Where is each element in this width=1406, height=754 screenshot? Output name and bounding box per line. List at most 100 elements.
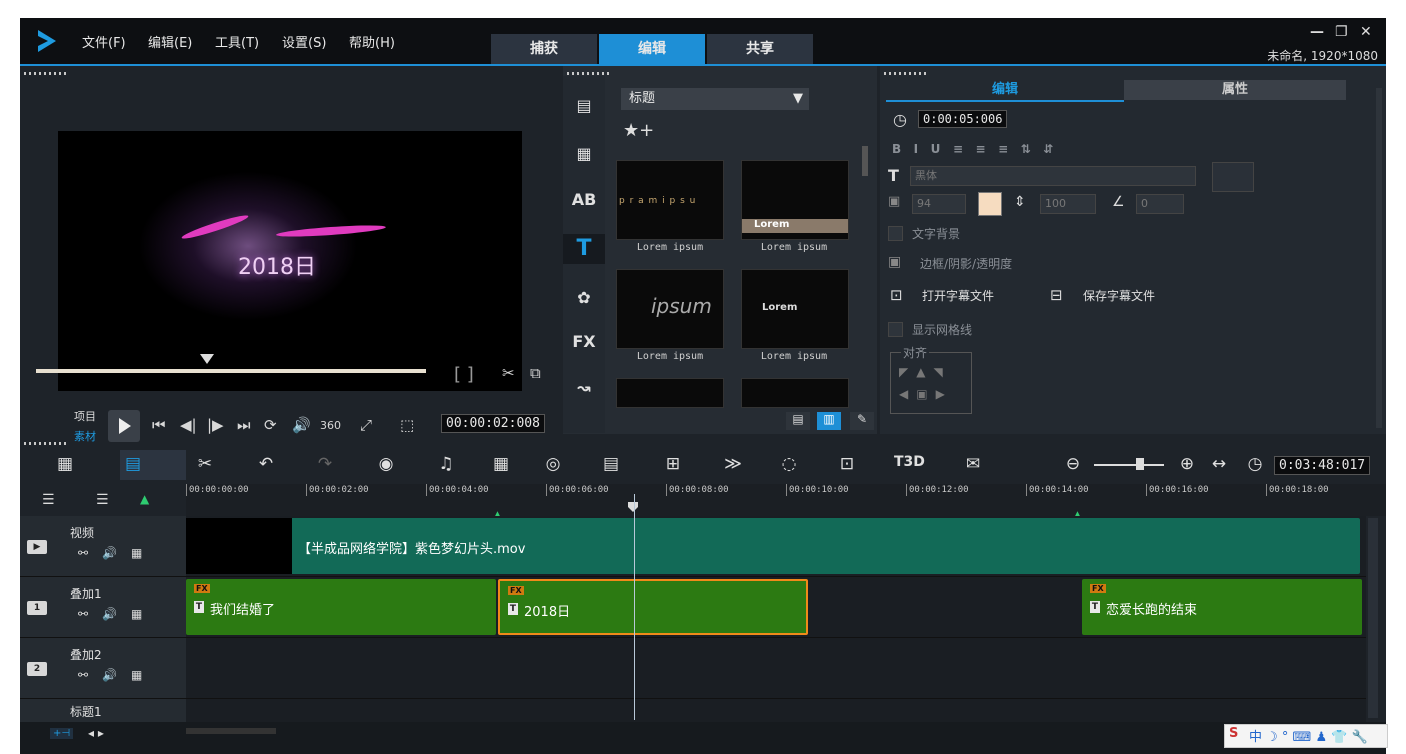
border-shadow-icon[interactable]: ▣	[888, 254, 901, 270]
line-spacing-field[interactable]: 100	[1040, 194, 1096, 214]
mode-project[interactable]: 项目	[74, 408, 96, 424]
skip-start-icon[interactable]: ⏮	[152, 416, 166, 434]
library-scrollbar[interactable]	[862, 146, 868, 176]
3d-title-icon[interactable]: T3D	[894, 454, 925, 470]
panel-grip[interactable]	[567, 72, 611, 75]
scrubber-handle[interactable]	[200, 354, 214, 364]
menu-edit[interactable]: 编辑(E)	[148, 32, 192, 51]
volume-icon[interactable]: 🔊	[292, 416, 311, 434]
list-view-icon[interactable]: ▤	[786, 412, 810, 430]
multi-camera-icon[interactable]: ⊞	[660, 454, 686, 474]
skip-end-icon[interactable]: ⏭	[237, 416, 251, 434]
redo-icon[interactable]: ↷	[312, 454, 338, 474]
graphics-icon[interactable]: ✿	[563, 288, 605, 307]
prev-frame-icon[interactable]: ◀|	[180, 416, 197, 434]
mark-in-out[interactable]: [ ]	[454, 364, 474, 385]
overlay-clip[interactable]: FX T 我们结婚了	[186, 579, 496, 635]
storyboard-view-icon[interactable]: ▦	[52, 454, 78, 474]
audio-mixer-icon[interactable]: ♫	[433, 454, 459, 474]
horizontal-scrollbar[interactable]	[186, 728, 276, 734]
mask-icon[interactable]: ◌	[776, 454, 802, 474]
ime-toolbar-icons[interactable]: 中 ☽ ° ⌨ ♟ 👕 🔧	[1249, 726, 1368, 745]
zoom-slider[interactable]	[1094, 464, 1164, 466]
title-thumbnail[interactable]: Lorem	[741, 160, 849, 240]
title-thumbnail[interactable]: p r a m i p s u	[616, 160, 724, 240]
title-thumbnail[interactable]: ipsum	[616, 269, 724, 349]
show-grid-checkbox[interactable]	[888, 322, 903, 337]
360-button[interactable]: 360	[320, 419, 341, 432]
title-thumbnail[interactable]	[616, 378, 724, 408]
title-thumbnail[interactable]	[741, 378, 849, 408]
align-mid-icons[interactable]: ◀▣▶	[899, 387, 953, 401]
zoom-in-icon[interactable]: ⊕	[1174, 454, 1200, 474]
menu-file[interactable]: 文件(F)	[82, 32, 126, 51]
save-subtitle-button[interactable]: 保存字幕文件	[1083, 287, 1155, 304]
timeline-view-icon[interactable]: ▤	[120, 454, 146, 474]
restore-icon[interactable]: ❐	[1335, 24, 1348, 40]
copy-icon[interactable]: ⧉	[530, 364, 541, 382]
text-bg-checkbox[interactable]	[888, 226, 903, 241]
path-icon[interactable]: ↝	[563, 378, 605, 397]
panel-grip[interactable]	[884, 72, 928, 75]
duration-field[interactable]: 0:00:05:006	[918, 110, 1008, 128]
font-size-field[interactable]: 94	[912, 194, 966, 214]
speed-icon[interactable]: ≫	[720, 454, 746, 474]
minimize-icon[interactable]: —	[1310, 24, 1324, 40]
tab-options-edit[interactable]: 编辑	[886, 80, 1124, 102]
ime-logo-icon[interactable]: S	[1229, 726, 1238, 741]
total-duration[interactable]: 0:03:48:017	[1274, 456, 1371, 475]
tab-share[interactable]: 共享	[707, 34, 813, 64]
menu-help[interactable]: 帮助(H)	[349, 32, 395, 51]
timeline-ruler[interactable]: 00:00:00:00 00:00:02:00 00:00:04:00 00:0…	[186, 484, 1386, 520]
tab-capture[interactable]: 捕获	[491, 34, 597, 64]
tools-icon[interactable]: ✂	[192, 454, 218, 474]
timeline-scrollbar[interactable]	[1368, 518, 1378, 718]
record-capture-icon[interactable]: ◉	[373, 454, 399, 474]
angle-field[interactable]: 0	[1136, 194, 1184, 214]
play-button[interactable]	[108, 410, 140, 442]
track-controls-icons[interactable]: ⚯🔊▦	[78, 668, 156, 682]
preview-timecode[interactable]: 00:00:02:008	[441, 414, 545, 433]
undo-icon[interactable]: ↶	[253, 454, 279, 474]
add-track-icon[interactable]: ☰	[96, 492, 109, 508]
font-dropdown[interactable]: 黑体	[910, 166, 1196, 186]
title-thumbnail[interactable]: Lorem	[741, 269, 849, 349]
subtitle-editor-icon[interactable]: ▤	[598, 454, 624, 474]
scissors-icon[interactable]: ✂	[502, 364, 515, 382]
font-color-swatch[interactable]	[978, 192, 1002, 216]
video-clip[interactable]: 【半成品网络学院】紫色梦幻片头.mov	[186, 518, 1360, 574]
overlay-clip-selected[interactable]: FX T 2018日	[498, 579, 808, 635]
track-manager-icon[interactable]: ☰	[42, 492, 55, 508]
open-subtitle-button[interactable]: 打开字幕文件	[922, 287, 994, 304]
menu-settings[interactable]: 设置(S)	[282, 32, 326, 51]
menu-tools[interactable]: 工具(T)	[215, 32, 259, 51]
save-subtitle-icon[interactable]: ⊟	[1050, 286, 1063, 304]
track-controls-icons[interactable]: ⚯🔊▦	[78, 546, 156, 560]
close-icon[interactable]: ✕	[1360, 24, 1372, 40]
open-subtitle-icon[interactable]: ⊡	[890, 286, 903, 304]
repeat-icon[interactable]: ⟳	[264, 416, 277, 434]
tab-edit[interactable]: 编辑	[599, 34, 705, 64]
marker-icon[interactable]: ▲	[140, 492, 149, 506]
fx-icon[interactable]: FX	[563, 332, 605, 351]
mode-clip[interactable]: 素材	[74, 428, 96, 444]
scrubber-bar[interactable]	[36, 369, 426, 373]
align-top-icons[interactable]: ◤▲◥	[899, 365, 951, 379]
zoom-out-icon[interactable]: ⊖	[1060, 454, 1086, 474]
options-scrollbar[interactable]	[1376, 88, 1382, 428]
fit-project-icon[interactable]: ↔	[1206, 454, 1232, 474]
auto-music-icon[interactable]: ▦	[488, 454, 514, 474]
pan-zoom-icon[interactable]: ⊡	[834, 454, 860, 474]
add-favorite-icon[interactable]: ★+	[623, 120, 654, 141]
edit-icon[interactable]: ✎	[850, 412, 874, 430]
thumbnail-view-icon[interactable]: ▥	[817, 412, 841, 430]
track-controls-icons[interactable]: ⚯🔊▦	[78, 607, 156, 621]
library-category-dropdown[interactable]: 标题 ▼	[621, 88, 809, 110]
overlay-clip[interactable]: FX T 恋爱长跑的结束	[1082, 579, 1362, 635]
panel-grip[interactable]	[24, 72, 68, 75]
media-icon[interactable]: ▤	[563, 96, 605, 115]
instant-project-icon[interactable]: ▦	[563, 144, 605, 163]
crop-icon[interactable]: ⬚	[400, 416, 414, 434]
motion-tracking-icon[interactable]: ◎	[540, 454, 566, 474]
resize-icon[interactable]: ⤢	[360, 416, 372, 434]
